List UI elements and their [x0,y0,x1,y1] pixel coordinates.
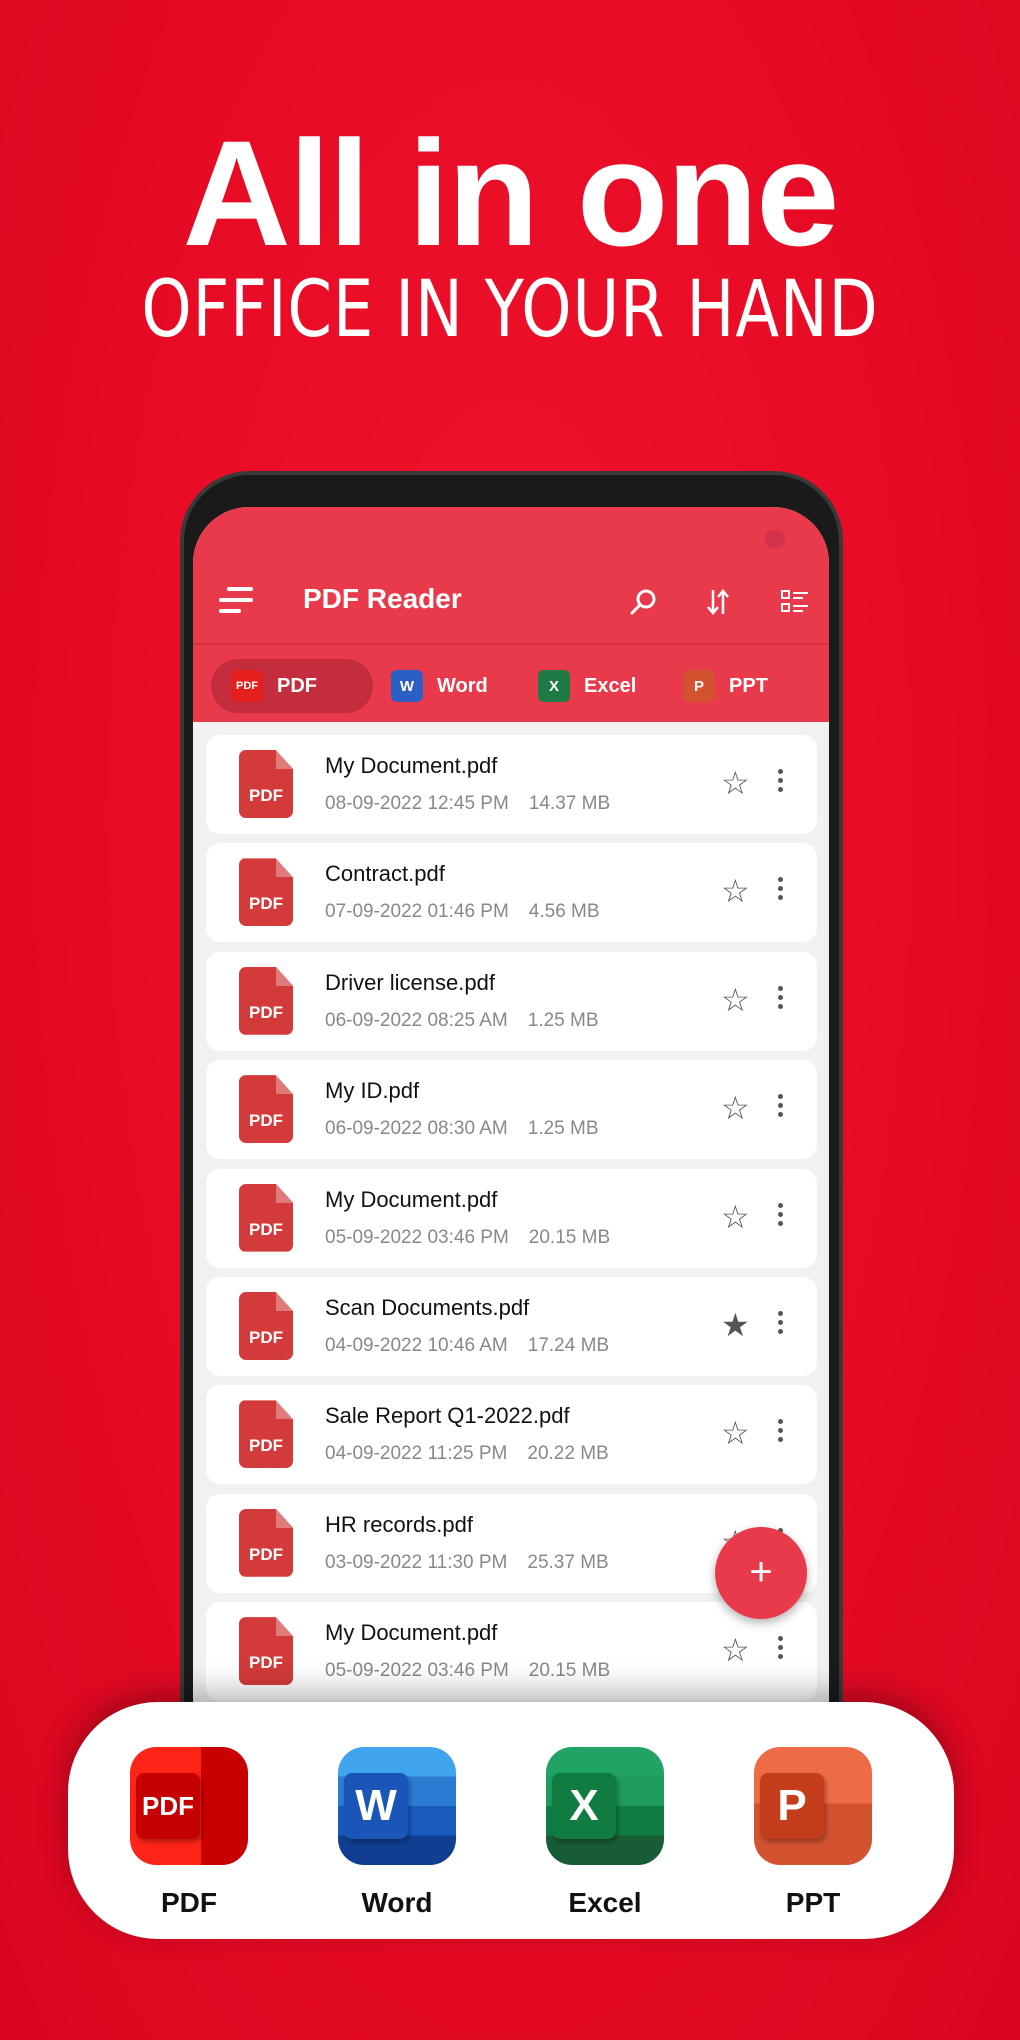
file-size: 20.22 MB [527,1443,609,1465]
file-row[interactable]: PDF My Document.pdf 05-09-2022 03:46 PM 2… [206,1602,817,1702]
file-date: 08-09-2022 12:45 PM [325,793,509,814]
excel-icon: X [538,670,570,702]
file-date: 04-09-2022 11:25 PM [325,1443,508,1465]
file-size: 1.25 MB [527,1118,599,1140]
more-options-icon[interactable] [778,769,784,796]
tab-label: PDF [277,674,317,697]
headline-title: All in one [182,109,840,277]
file-size: 25.37 MB [527,1551,609,1573]
star-outline-icon[interactable]: ☆ [721,873,750,909]
star-outline-icon[interactable]: ☆ [721,982,750,1018]
file-row[interactable]: PDF Driver license.pdf 06-09-2022 08:25 … [206,951,817,1051]
excel-app-icon: X [546,1747,664,1865]
more-options-icon[interactable] [778,1636,784,1663]
star-outline-icon[interactable]: ☆ [721,1199,750,1235]
file-size: 14.37 MB [528,793,611,814]
file-row[interactable]: PDF My Document.pdf 05-09-2022 03:46 PM 2… [206,1168,817,1268]
more-options-icon[interactable] [778,1310,784,1338]
phone-screen: PDF Reader PDF PDF W Word X Excel P PPT … [193,507,829,1707]
file-name: Scan Documents.pdf [325,1294,530,1320]
tab-label: Word [437,674,488,697]
file-size: 20.15 MB [528,1660,611,1682]
pdf-file-icon: PDF [239,1183,293,1252]
tab-word[interactable]: W Word [391,659,488,713]
headline-subtitle: OFFICE IN YOUR HAND [141,265,879,355]
pdf-file-icon: PDF [239,1075,293,1144]
pdf-file-icon: PDF [239,966,293,1035]
format-word: W Word [338,1747,456,1919]
file-row[interactable]: PDF My ID.pdf 06-09-2022 08:30 AM 1.25 MB… [206,1060,817,1160]
more-options-icon[interactable] [778,985,784,1013]
star-outline-icon[interactable]: ☆ [721,1632,750,1668]
file-row[interactable]: PDF Sale Report Q1-2022.pdf 04-09-2022 1… [206,1385,817,1485]
pdf-file-icon: PDF [239,858,293,927]
file-date: 05-09-2022 03:46 PM [325,1660,509,1682]
file-date: 05-09-2022 03:46 PM [325,1226,509,1248]
app-header: PDF Reader PDF PDF W Word X Excel P PPT [193,507,829,722]
more-options-icon[interactable] [778,1419,784,1446]
file-name: My ID.pdf [325,1078,420,1104]
file-size: 4.56 MB [528,901,600,923]
pdf-file-icon: PDF [239,1508,293,1577]
search-icon[interactable] [628,587,658,617]
star-filled-icon[interactable]: ★ [721,1307,750,1343]
file-size: 1.25 MB [527,1009,599,1031]
file-name: HR records.pdf [325,1511,473,1537]
file-size: 17.24 MB [527,1334,610,1356]
file-name: Contract.pdf [325,861,445,887]
ppt-icon: P [683,670,715,702]
ppt-app-icon: P [754,1747,872,1865]
file-row[interactable]: PDF My Document.pdf 08-09-2022 12:45 PM 1… [206,735,817,834]
star-outline-icon[interactable]: ☆ [721,1415,750,1451]
file-name: My Document.pdf [325,1620,498,1646]
pdf-file-icon: PDF [239,750,293,818]
file-name: Sale Report Q1-2022.pdf [325,1403,570,1429]
pdf-app-icon: PDF [130,1747,248,1865]
pdf-icon: PDF [231,670,263,702]
word-app-icon: W [338,1747,456,1865]
file-size: 20.15 MB [528,1226,611,1248]
format-pdf: PDF PDF [130,1747,248,1919]
file-name: My Document.pdf [325,753,498,778]
format-excel: X Excel [546,1747,664,1919]
file-date: 07-09-2022 01:46 PM [325,901,509,923]
file-date: 06-09-2022 08:30 AM [325,1118,508,1140]
format-ppt: P PPT [754,1747,872,1919]
tab-pdf[interactable]: PDF PDF [211,659,373,713]
star-outline-icon[interactable]: ☆ [721,1090,750,1126]
header-divider [193,643,829,645]
sort-icon[interactable] [703,587,733,617]
camera-icon [765,529,785,549]
pdf-file-icon: PDF [239,1291,293,1360]
more-options-icon[interactable] [778,877,784,904]
word-icon: W [391,670,423,702]
list-view-icon[interactable] [780,587,810,617]
app-title: PDF Reader [303,583,462,614]
pdf-file-icon: PDF [239,1400,293,1469]
add-file-button[interactable]: + [715,1527,807,1619]
more-options-icon[interactable] [778,1202,784,1230]
tab-excel[interactable]: X Excel [538,659,636,713]
file-row[interactable]: PDF Scan Documents.pdf 04-09-2022 10:46 … [206,1276,817,1376]
menu-icon[interactable] [219,587,253,613]
file-name: My Document.pdf [325,1186,498,1212]
file-row[interactable]: PDF Contract.pdf 07-09-2022 01:46 PM 4.56… [206,843,817,943]
file-date: 06-09-2022 08:25 AM [325,1009,508,1031]
tab-label: PPT [729,674,768,697]
more-options-icon[interactable] [778,1094,784,1121]
file-date: 03-09-2022 11:30 PM [325,1551,508,1573]
file-date: 04-09-2022 10:46 AM [325,1334,508,1356]
tab-ppt[interactable]: P PPT [683,659,768,713]
file-name: Driver license.pdf [325,969,495,995]
tab-label: Excel [584,674,637,697]
formats-card: PDF PDF W Word X Excel P PPT [68,1702,954,1939]
pdf-file-icon: PDF [239,1617,293,1686]
star-outline-icon[interactable]: ☆ [721,765,750,801]
